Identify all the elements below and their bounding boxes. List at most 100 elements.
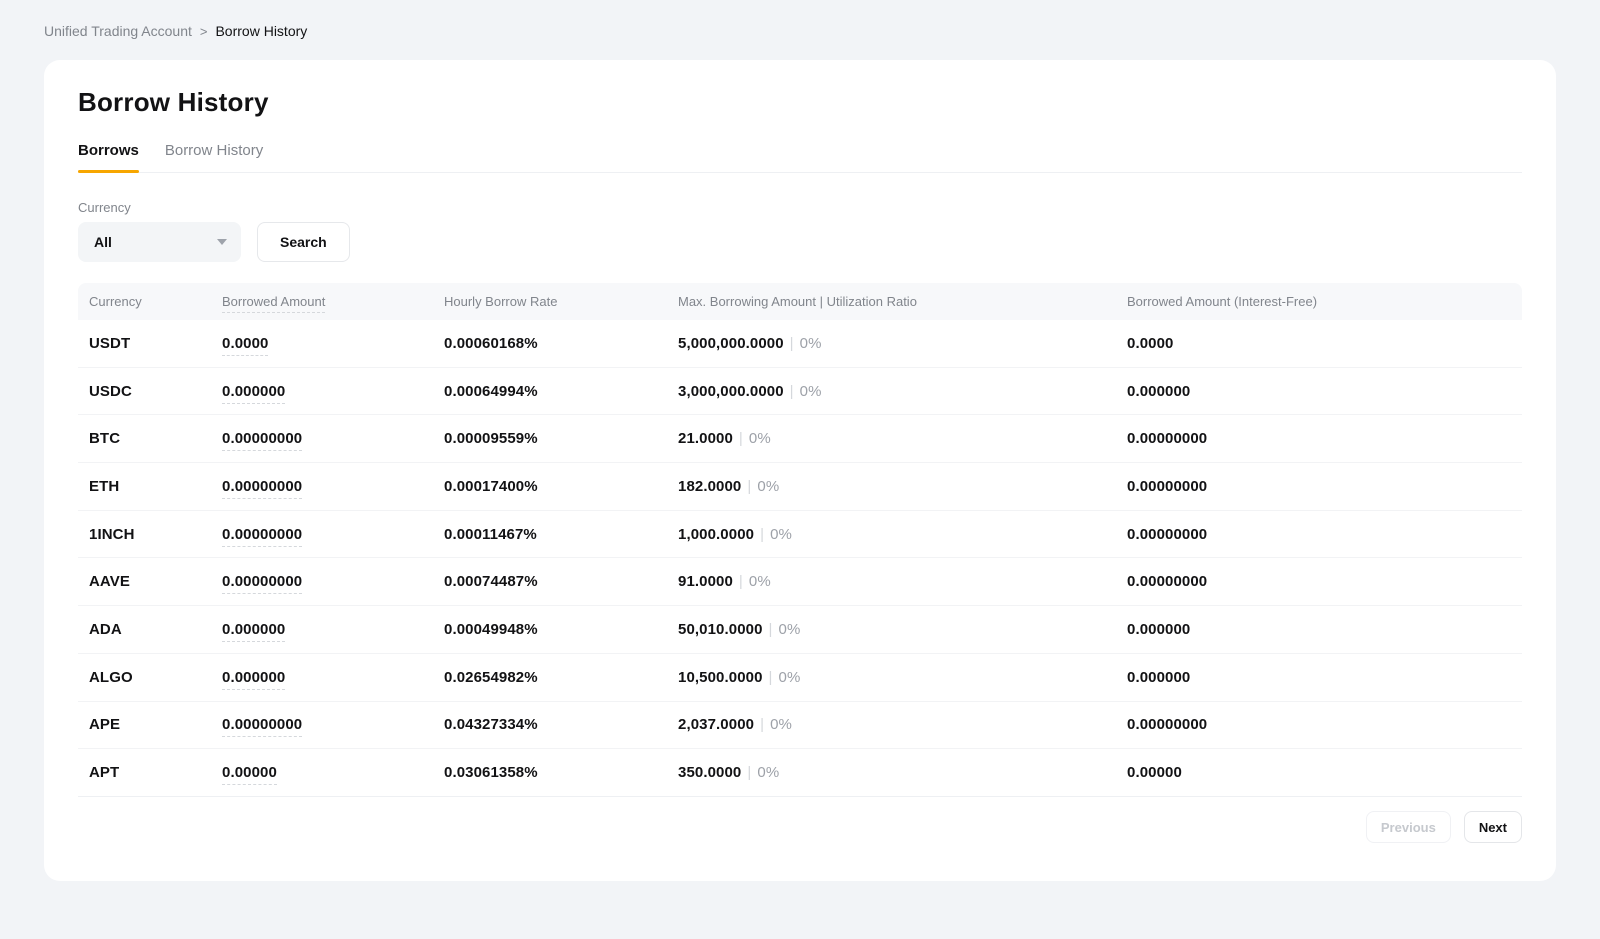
cell-max-borrowing-utilization: 5,000,000.0000|0%	[678, 335, 1127, 352]
cell-hourly-borrow-rate: 0.00064994%	[444, 383, 678, 400]
utilization-separator: |	[763, 621, 779, 638]
cell-hourly-borrow-rate: 0.00074487%	[444, 573, 678, 590]
cell-borrowed-amount: 0.000000	[222, 669, 444, 686]
cell-max-borrowing-utilization: 50,010.0000|0%	[678, 621, 1127, 638]
borrowed-amount-value[interactable]: 0.00000000	[222, 526, 302, 547]
breadcrumb: Unified Trading Account > Borrow History	[0, 0, 1600, 39]
cell-currency: BTC	[89, 430, 222, 447]
cell-interest-free-amount: 0.00000000	[1127, 573, 1522, 590]
chevron-down-icon	[217, 239, 227, 245]
utilization-ratio: 0%	[800, 383, 822, 400]
cell-borrowed-amount: 0.0000	[222, 335, 444, 352]
table-row: USDT 0.0000 0.00060168% 5,000,000.0000|0…	[78, 320, 1522, 368]
currency-select-value: All	[94, 234, 112, 250]
filter-section: Currency All Search	[78, 200, 1522, 262]
table-row: AAVE 0.00000000 0.00074487% 91.0000|0% 0…	[78, 558, 1522, 606]
col-header-max-borrowing: Max. Borrowing Amount | Utilization Rati…	[678, 294, 1127, 309]
cell-currency: AAVE	[89, 573, 222, 590]
tab-borrow-history[interactable]: Borrow History	[165, 142, 263, 172]
breadcrumb-separator: >	[200, 24, 208, 39]
table-row: USDC 0.000000 0.00064994% 3,000,000.0000…	[78, 368, 1522, 416]
borrowed-amount-value[interactable]: 0.00000	[222, 764, 277, 785]
borrowed-amount-value[interactable]: 0.00000000	[222, 430, 302, 451]
utilization-ratio: 0%	[800, 335, 822, 352]
utilization-separator: |	[754, 526, 770, 543]
table-row: 1INCH 0.00000000 0.00011467% 1,000.0000|…	[78, 511, 1522, 559]
utilization-ratio: 0%	[757, 478, 779, 495]
utilization-separator: |	[733, 430, 749, 447]
cell-currency: APT	[89, 764, 222, 781]
cell-currency: ALGO	[89, 669, 222, 686]
col-header-hourly-borrow-rate: Hourly Borrow Rate	[444, 294, 678, 309]
table-row: ETH 0.00000000 0.00017400% 182.0000|0% 0…	[78, 463, 1522, 511]
col-header-interest-free: Borrowed Amount (Interest-Free)	[1127, 294, 1522, 309]
previous-page-button[interactable]: Previous	[1366, 811, 1451, 843]
utilization-ratio: 0%	[757, 764, 779, 781]
utilization-separator: |	[741, 764, 757, 781]
table-body: USDT 0.0000 0.00060168% 5,000,000.0000|0…	[78, 320, 1522, 797]
utilization-ratio: 0%	[770, 526, 792, 543]
pagination: Previous Next	[1366, 811, 1522, 843]
utilization-ratio: 0%	[749, 573, 771, 590]
cell-borrowed-amount: 0.00000	[222, 764, 444, 781]
table-row: ALGO 0.000000 0.02654982% 10,500.0000|0%…	[78, 654, 1522, 702]
borrows-table: Currency Borrowed Amount Hourly Borrow R…	[78, 283, 1522, 797]
currency-select[interactable]: All	[78, 222, 241, 262]
cell-interest-free-amount: 0.00000000	[1127, 430, 1522, 447]
breadcrumb-parent-link[interactable]: Unified Trading Account	[44, 23, 192, 39]
cell-hourly-borrow-rate: 0.00017400%	[444, 478, 678, 495]
borrowed-amount-value[interactable]: 0.00000000	[222, 716, 302, 737]
borrowed-amount-value[interactable]: 0.00000000	[222, 573, 302, 594]
borrowed-amount-value[interactable]: 0.000000	[222, 383, 285, 404]
borrow-history-card: Borrow History Borrows Borrow History Cu…	[44, 60, 1556, 881]
cell-max-borrowing-utilization: 10,500.0000|0%	[678, 669, 1127, 686]
cell-interest-free-amount: 0.00000000	[1127, 716, 1522, 733]
table-row: BTC 0.00000000 0.00009559% 21.0000|0% 0.…	[78, 415, 1522, 463]
cell-currency: USDC	[89, 383, 222, 400]
utilization-separator: |	[784, 335, 800, 352]
tab-borrows[interactable]: Borrows	[78, 142, 139, 172]
cell-max-borrowing-utilization: 2,037.0000|0%	[678, 716, 1127, 733]
currency-filter-label: Currency	[78, 200, 1522, 215]
utilization-separator: |	[754, 716, 770, 733]
cell-currency: 1INCH	[89, 526, 222, 543]
cell-borrowed-amount: 0.000000	[222, 383, 444, 400]
cell-interest-free-amount: 0.0000	[1127, 335, 1522, 352]
cell-borrowed-amount: 0.000000	[222, 621, 444, 638]
cell-hourly-borrow-rate: 0.04327334%	[444, 716, 678, 733]
next-page-button[interactable]: Next	[1464, 811, 1522, 843]
cell-interest-free-amount: 0.000000	[1127, 669, 1522, 686]
table-row: ADA 0.000000 0.00049948% 50,010.0000|0% …	[78, 606, 1522, 654]
utilization-ratio: 0%	[749, 430, 771, 447]
search-button[interactable]: Search	[257, 222, 350, 262]
cell-hourly-borrow-rate: 0.00011467%	[444, 526, 678, 543]
utilization-ratio: 0%	[770, 716, 792, 733]
col-header-borrowed-amount: Borrowed Amount	[222, 294, 444, 309]
cell-max-borrowing-utilization: 91.0000|0%	[678, 573, 1127, 590]
cell-hourly-borrow-rate: 0.00049948%	[444, 621, 678, 638]
cell-hourly-borrow-rate: 0.00009559%	[444, 430, 678, 447]
cell-currency: ADA	[89, 621, 222, 638]
cell-hourly-borrow-rate: 0.00060168%	[444, 335, 678, 352]
cell-interest-free-amount: 0.00000000	[1127, 478, 1522, 495]
cell-interest-free-amount: 0.00000	[1127, 764, 1522, 781]
table-row: APE 0.00000000 0.04327334% 2,037.0000|0%…	[78, 702, 1522, 750]
utilization-separator: |	[733, 573, 749, 590]
page-title: Borrow History	[78, 86, 1522, 118]
cell-currency: APE	[89, 716, 222, 733]
cell-max-borrowing-utilization: 3,000,000.0000|0%	[678, 383, 1127, 400]
cell-borrowed-amount: 0.00000000	[222, 430, 444, 447]
borrowed-amount-value[interactable]: 0.00000000	[222, 478, 302, 499]
utilization-separator: |	[741, 478, 757, 495]
cell-borrowed-amount: 0.00000000	[222, 478, 444, 495]
table-row: APT 0.00000 0.03061358% 350.0000|0% 0.00…	[78, 749, 1522, 797]
utilization-ratio: 0%	[779, 621, 801, 638]
borrowed-amount-value[interactable]: 0.0000	[222, 335, 268, 356]
cell-borrowed-amount: 0.00000000	[222, 573, 444, 590]
cell-max-borrowing-utilization: 1,000.0000|0%	[678, 526, 1127, 543]
borrowed-amount-value[interactable]: 0.000000	[222, 621, 285, 642]
table-header-row: Currency Borrowed Amount Hourly Borrow R…	[78, 283, 1522, 320]
cell-max-borrowing-utilization: 21.0000|0%	[678, 430, 1127, 447]
cell-hourly-borrow-rate: 0.02654982%	[444, 669, 678, 686]
borrowed-amount-value[interactable]: 0.000000	[222, 669, 285, 690]
